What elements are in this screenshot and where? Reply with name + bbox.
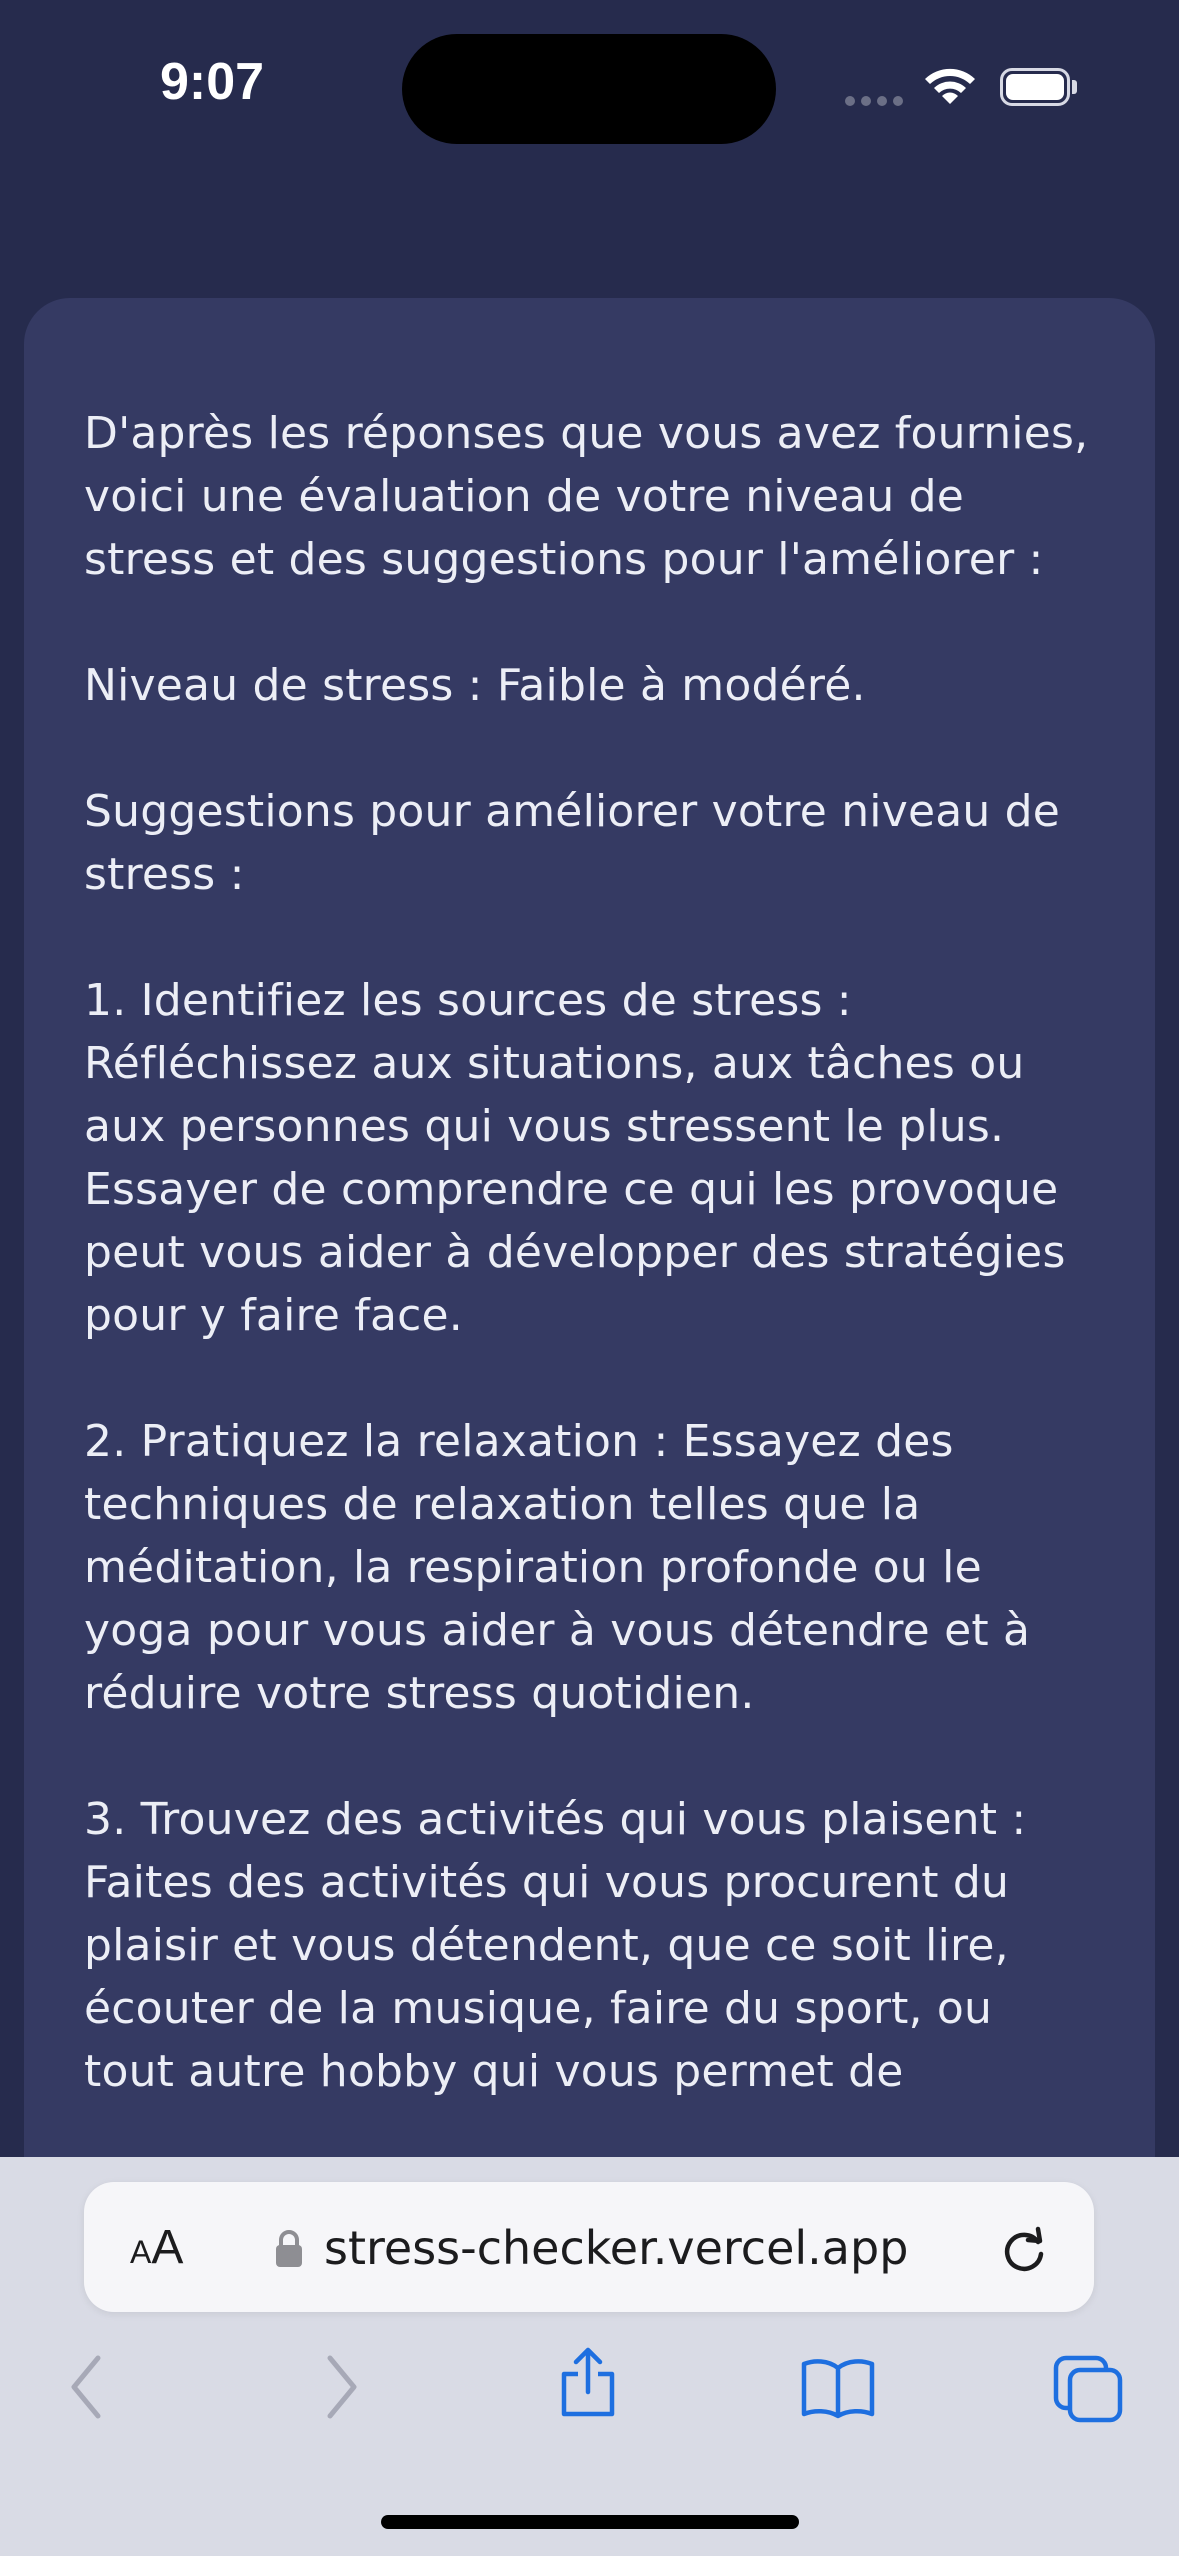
- lock-icon: [276, 2230, 302, 2267]
- wifi-icon: [925, 68, 975, 104]
- status-bar: 9:07: [0, 0, 1179, 170]
- stress-level-paragraph: Niveau de stress : Faible à modéré.: [84, 660, 866, 711]
- home-indicator[interactable]: [381, 2515, 799, 2529]
- suggestion-item: 2. Pratiquez la relaxation : Essayez des…: [84, 1416, 1031, 1719]
- cellular-signal-icon: [845, 96, 905, 108]
- intro-paragraph: D'après les réponses que vous avez fourn…: [84, 408, 1089, 585]
- share-icon[interactable]: [556, 2346, 620, 2418]
- status-time: 9:07: [160, 53, 265, 111]
- tabs-icon[interactable]: [1052, 2354, 1124, 2424]
- text-size-icon[interactable]: AA: [130, 2218, 183, 2278]
- chevron-right-icon[interactable]: [322, 2352, 362, 2422]
- suggestions-heading: Suggestions pour améliorer votre niveau …: [84, 786, 1061, 900]
- battery-icon: [1000, 68, 1077, 106]
- reload-icon[interactable]: [996, 2222, 1052, 2278]
- suggestion-item: 1. Identifiez les sources de stress : Ré…: [84, 975, 1066, 1341]
- url-text[interactable]: stress-checker.vercel.app: [324, 2216, 908, 2280]
- assessment-text: D'après les réponses que vous avez fourn…: [84, 402, 1094, 2166]
- chevron-left-icon[interactable]: [66, 2352, 106, 2422]
- dynamic-island: [402, 34, 776, 144]
- book-icon[interactable]: [800, 2356, 876, 2420]
- suggestion-item: 3. Trouvez des activités qui vous plaise…: [84, 1794, 1027, 2097]
